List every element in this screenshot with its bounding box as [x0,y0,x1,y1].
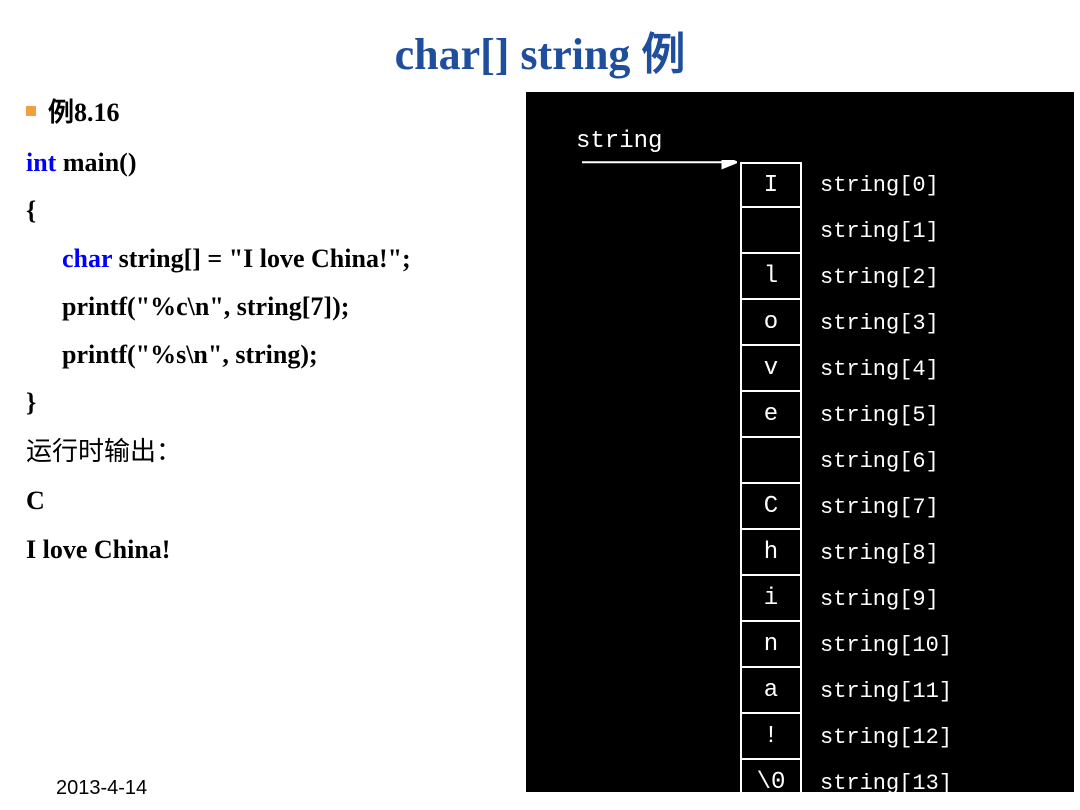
cell-row: Cstring[7] [740,484,952,530]
array-index-label: string[3] [820,311,939,336]
code-block: int main() { char string[] = "I love Chi… [26,139,516,428]
array-index-label: string[4] [820,357,939,382]
code-rest-3: string[] = "I love China!"; [112,244,411,273]
array-cell: a [740,668,802,714]
array-index-label: string[2] [820,265,939,290]
array-index-label: string[1] [820,219,939,244]
cell-row: h string[8] [740,530,952,576]
array-cell: C [740,484,802,530]
array-cell: e [740,392,802,438]
cell-row: e string[5] [740,392,952,438]
output-label: 运行时输出： [26,428,516,476]
array-index-label: string[10] [820,633,952,658]
array-cell: h [740,530,802,576]
array-cell: l [740,254,802,300]
array-cell [740,438,802,484]
keyword-char: char [62,244,112,273]
array-index-label: string[8] [820,541,939,566]
cell-row: o string[3] [740,300,952,346]
arrow-icon [582,160,737,180]
array-cell: ! [740,714,802,760]
array-index-label: string[0] [820,173,939,198]
array-cell: I [740,162,802,208]
array-index-label: string[6] [820,449,939,474]
diagram-panel: string Istring[0] string[1]lstring[2]ost… [526,92,1074,792]
slide-title: char[] string 例 [0,0,1080,82]
cell-row: string[1] [740,208,952,254]
array-index-label: string[13] [820,771,952,796]
content-area: 例8.16 int main() { char string[] = "I lo… [0,82,1080,792]
cell-row: v string[4] [740,346,952,392]
array-cell: o [740,300,802,346]
cells-container: Istring[0] string[1] l string[2] o string[3]… [740,162,952,806]
example-label: 例8.16 [48,92,120,129]
cell-row: ! string[12] [740,714,952,760]
diagram-string-label: string [576,128,662,155]
array-index-label: string[5] [820,403,939,428]
code-line-4: printf("%c\n", string[7]); [26,283,516,331]
array-index-label: string[11] [820,679,952,704]
slide-date: 2013-4-14 [56,777,147,800]
cell-row: string[6] [740,438,952,484]
array-cell: v [740,346,802,392]
array-index-label: string[7] [820,495,939,520]
array-cell: \0 [740,760,802,806]
left-column: 例8.16 int main() { char string[] = "I lo… [26,92,516,792]
array-index-label: string[12] [820,725,952,750]
code-line-2: { [26,187,516,235]
code-line-3: char string[] = "I love China!"; [26,235,516,283]
bullet-icon [26,106,36,116]
cell-row: \0 string[13] [740,760,952,806]
cell-row: n string[10] [740,622,952,668]
array-cell: i [740,576,802,622]
cell-row: i string[9] [740,576,952,622]
bullet-row: 例8.16 [26,92,516,129]
cell-row: Istring[0] [740,162,952,208]
code-line-1: int main() [26,139,516,187]
code-rest-1: main() [56,148,136,177]
array-index-label: string[9] [820,587,939,612]
array-cell: n [740,622,802,668]
output-line-1: C [26,476,516,525]
array-cell [740,208,802,254]
code-line-6: } [26,379,516,427]
keyword-int: int [26,148,56,177]
cell-row: a string[11] [740,668,952,714]
code-line-5: printf("%s\n", string); [26,331,516,379]
output-line-2: I love China! [26,525,516,574]
cell-row: l string[2] [740,254,952,300]
